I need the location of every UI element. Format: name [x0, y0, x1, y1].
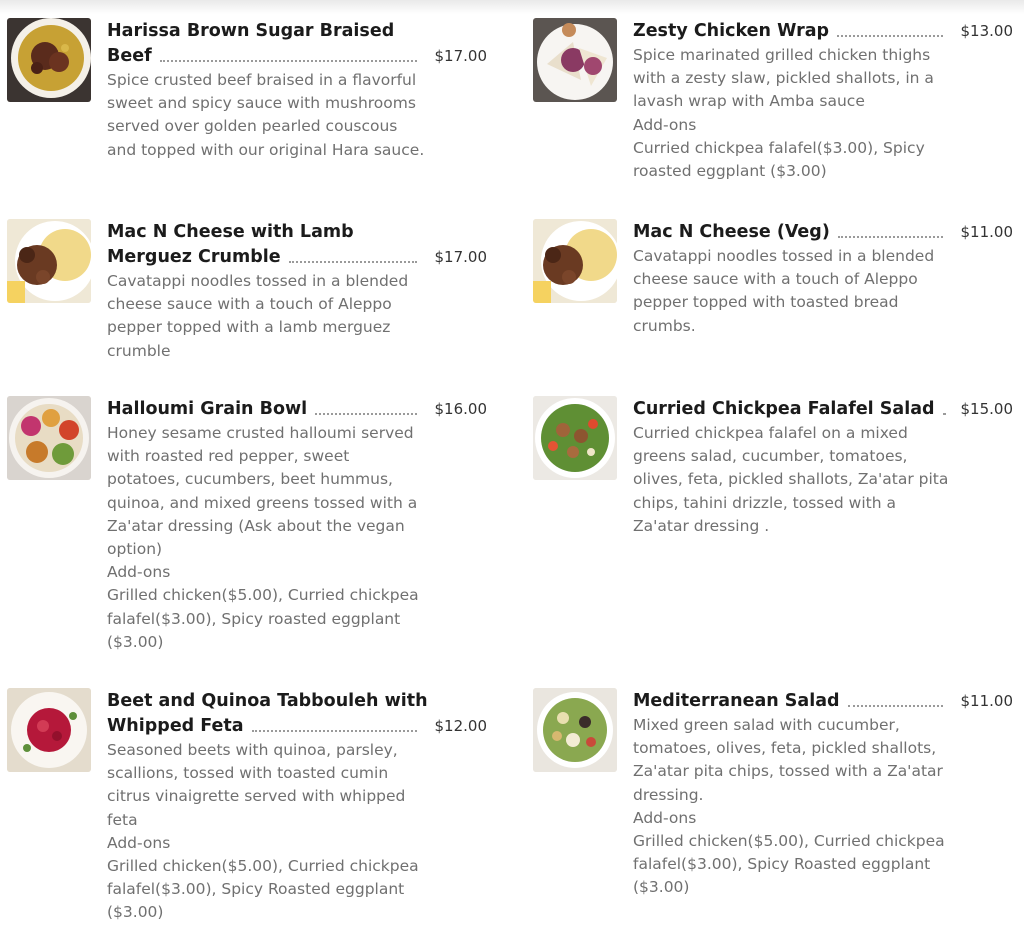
leader-dots	[315, 413, 417, 415]
item-price: $13.00	[961, 19, 1014, 44]
item-description: Honey sesame crusted halloumi served wit…	[107, 422, 427, 561]
grain-bowl-photo	[7, 396, 91, 480]
leader-dots	[837, 35, 943, 37]
addons-label: Add-ons	[633, 114, 1013, 137]
item-description: Spice crusted beef braised in a flavorfu…	[107, 69, 427, 162]
addons-list: Curried chickpea falafel($3.00), Spicy r…	[633, 137, 953, 183]
item-name: Mediterranean Salad	[633, 689, 840, 714]
chicken-wrap-photo	[533, 18, 617, 102]
item-price: $12.00	[435, 714, 488, 739]
addons-label: Add-ons	[107, 561, 487, 584]
beet-tabbouleh-photo	[7, 688, 91, 772]
item-price: $17.00	[435, 44, 488, 69]
leader-dots	[838, 236, 943, 238]
mac-lamb-photo	[7, 219, 91, 303]
leader-dots	[252, 730, 417, 732]
falafel-salad-photo	[533, 396, 617, 480]
item-description: Curried chickpea falafel on a mixed gree…	[633, 422, 953, 538]
leader-dots	[160, 60, 417, 62]
item-description: Seasoned beets with quinoa, parsley, sca…	[107, 739, 427, 832]
item-name-line2: Whipped Feta	[107, 714, 244, 739]
item-name-line2: Merguez Crumble	[107, 245, 281, 270]
item-description: Mixed green salad with cucumber, tomatoe…	[633, 714, 953, 807]
addons-label: Add-ons	[633, 807, 1013, 830]
item-price: $11.00	[961, 689, 1014, 714]
item-price: $11.00	[961, 220, 1014, 245]
item-name: Curried Chickpea Falafel Salad	[633, 397, 935, 422]
item-name-line2: Beef	[107, 44, 152, 69]
mediterranean-salad-photo	[533, 688, 617, 772]
item-name-line1: Mac N Cheese with Lamb	[107, 220, 487, 245]
item-price: $17.00	[435, 245, 488, 270]
item-name: Halloumi Grain Bowl	[107, 397, 307, 422]
addons-list: Grilled chicken($5.00), Curried chickpea…	[107, 584, 427, 654]
item-description: Spice marinated grilled chicken thighs w…	[633, 44, 953, 114]
leader-dots	[848, 705, 943, 707]
item-name: Zesty Chicken Wrap	[633, 19, 829, 44]
leader-dots	[289, 261, 417, 263]
addons-label: Add-ons	[107, 832, 487, 855]
item-price: $16.00	[435, 397, 488, 422]
addons-list: Grilled chicken($5.00), Curried chickpea…	[107, 855, 427, 925]
item-price: $15.00	[961, 397, 1014, 422]
top-shadow	[0, 0, 1024, 14]
item-name-line1: Beet and Quinoa Tabbouleh with	[107, 689, 487, 714]
mac-veg-photo	[533, 219, 617, 303]
addons-list: Grilled chicken($5.00), Curried chickpea…	[633, 830, 953, 900]
beef-couscous-photo	[7, 18, 91, 102]
item-description: Cavatappi noodles tossed in a blended ch…	[633, 245, 953, 338]
item-name: Mac N Cheese (Veg)	[633, 220, 830, 245]
item-name-line1: Harissa Brown Sugar Braised	[107, 19, 487, 44]
item-description: Cavatappi noodles tossed in a blended ch…	[107, 270, 427, 363]
